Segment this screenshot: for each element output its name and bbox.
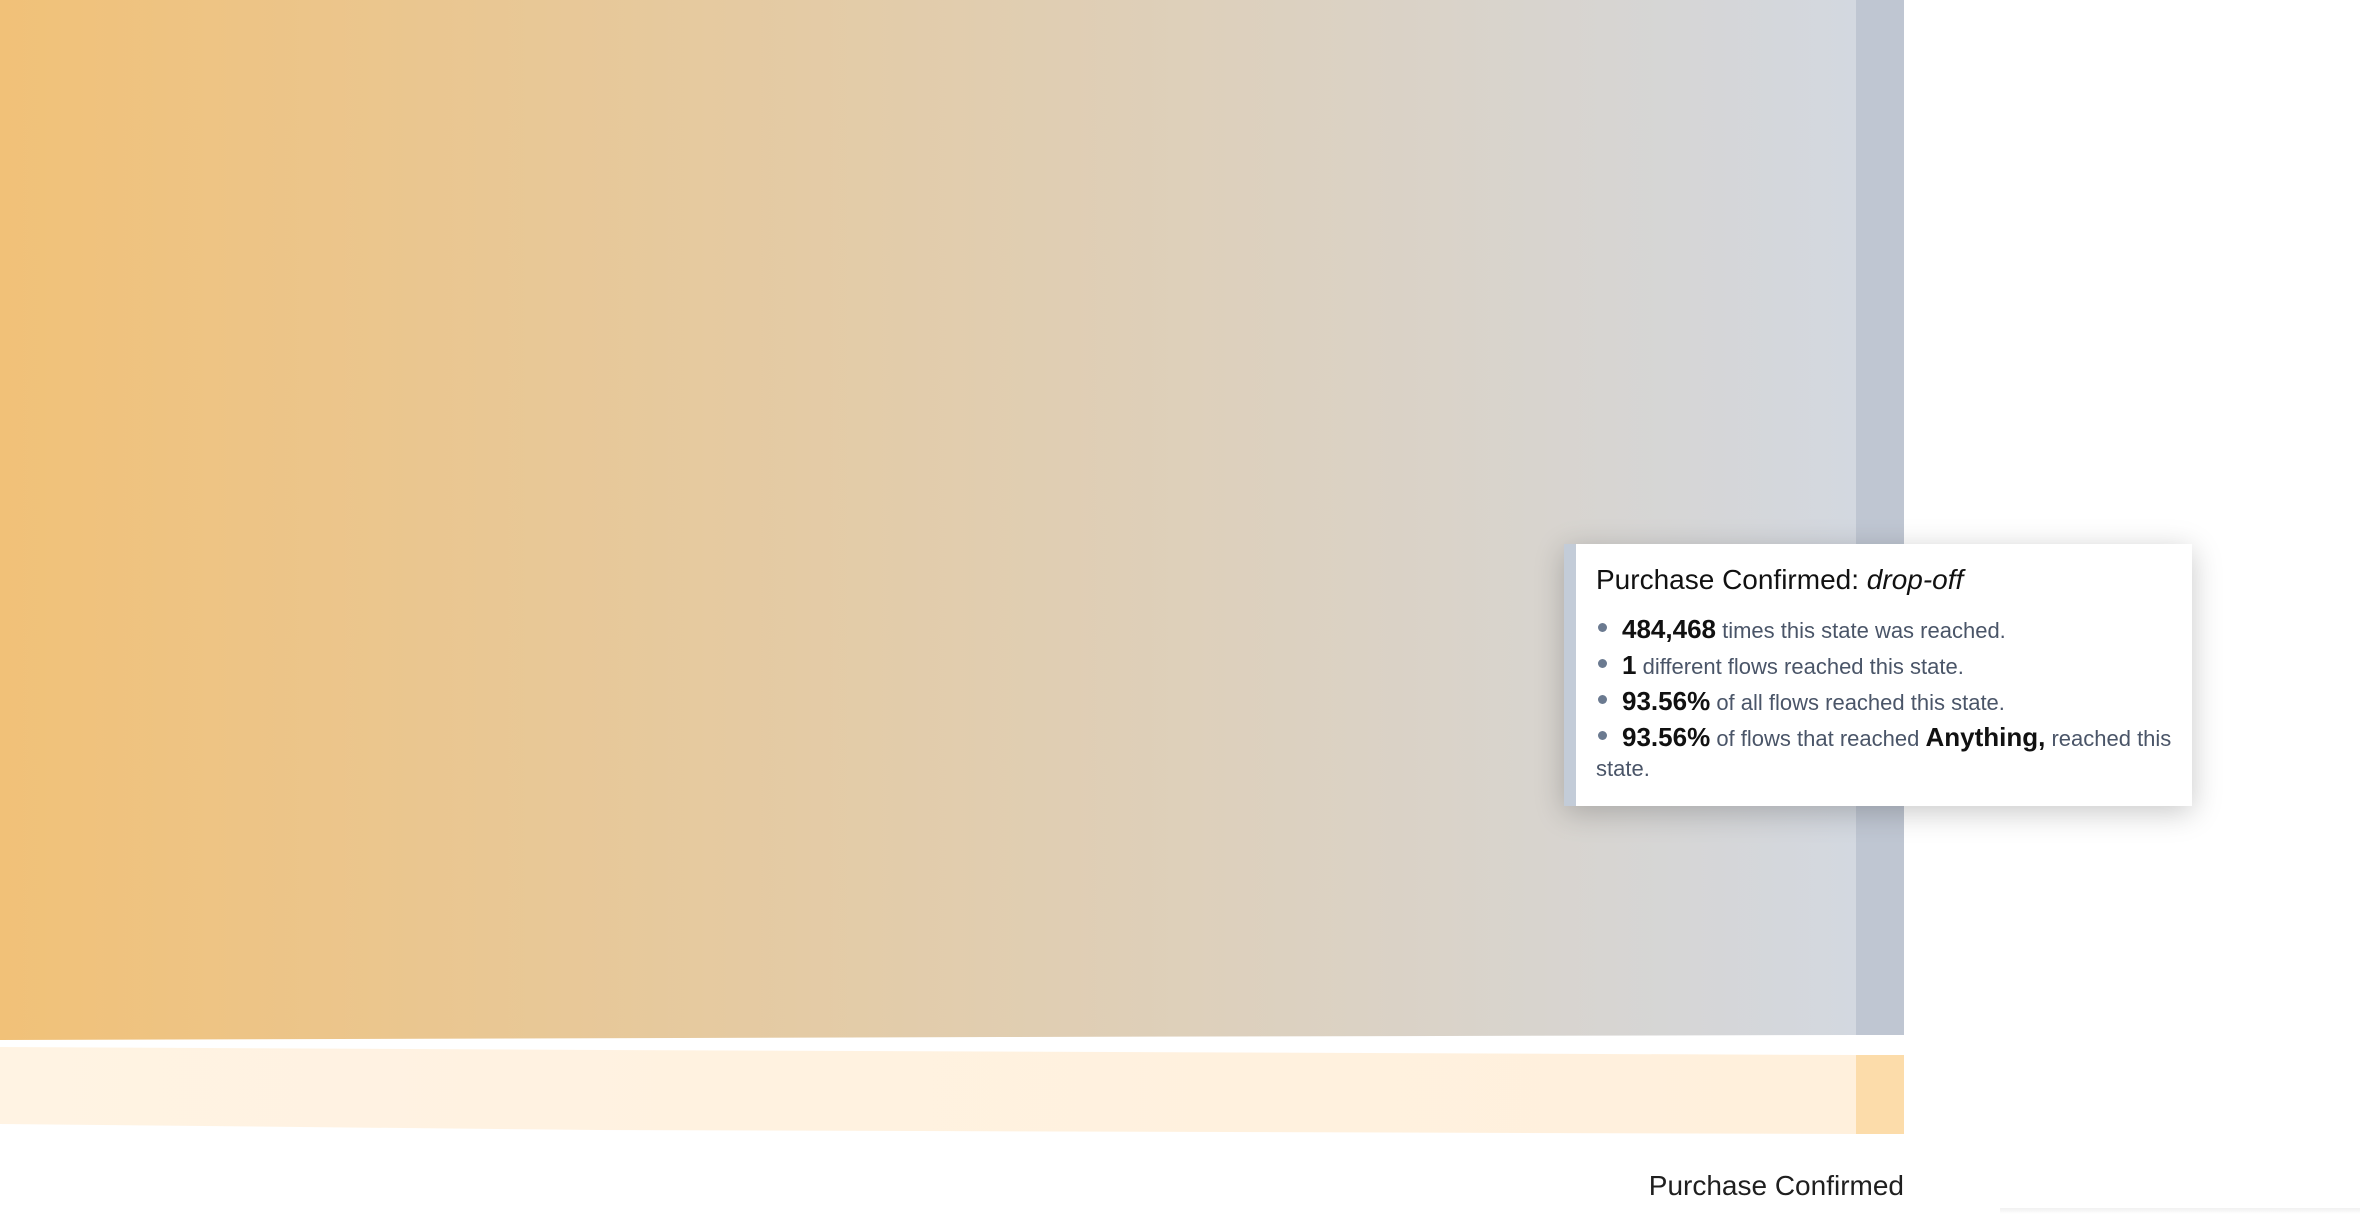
panel-shadow — [2000, 1208, 2360, 1214]
state-tooltip: Purchase Confirmed: drop-off 484,468 tim… — [1564, 544, 2192, 806]
stat-times-reached: 484,468 times this state was reached. — [1596, 614, 2172, 646]
stat-value: 93.56% — [1622, 722, 1711, 752]
stat-different-flows: 1 different flows reached this state. — [1596, 650, 2172, 682]
stat-value: 1 — [1622, 650, 1637, 680]
stat-value: 93.56% — [1622, 686, 1711, 716]
stat-value: 484,468 — [1622, 614, 1716, 644]
tooltip-state-name: Purchase Confirmed: — [1596, 564, 1860, 595]
node-purchase-confirmed[interactable] — [1856, 1055, 1904, 1134]
flow-band-dropoff[interactable] — [0, 0, 1856, 1040]
flow-diagram-canvas: Purchase Confirmed Purchase Confirmed: d… — [0, 0, 2360, 1228]
tooltip-title: Purchase Confirmed: drop-off — [1596, 564, 2172, 596]
stat-text: times this state was reached. — [1722, 618, 2006, 643]
tooltip-stats-list: 484,468 times this state was reached. 1 … — [1596, 614, 2172, 784]
stat-ref-state: Anything, — [1925, 722, 2046, 752]
bullet-icon — [1598, 731, 1607, 740]
stat-text: of flows that reached — [1716, 726, 1920, 751]
tooltip-state-type: drop-off — [1866, 564, 1964, 595]
stat-text: different flows reached this state. — [1642, 654, 1964, 679]
node-dropoff[interactable] — [1856, 0, 1904, 1035]
stat-text: of all flows reached this state. — [1716, 690, 2005, 715]
bullet-icon — [1598, 695, 1607, 704]
node-label-purchase-confirmed: Purchase Confirmed — [1648, 1170, 1904, 1201]
flow-band-purchase-confirmed[interactable] — [0, 1047, 1856, 1134]
bullet-icon — [1598, 623, 1607, 632]
bullet-icon — [1598, 659, 1607, 668]
stat-all-flows-pct: 93.56% of all flows reached this state. — [1596, 686, 2172, 718]
stat-reached-from-pct: 93.56% of flows that reached Anything, r… — [1596, 722, 2172, 784]
